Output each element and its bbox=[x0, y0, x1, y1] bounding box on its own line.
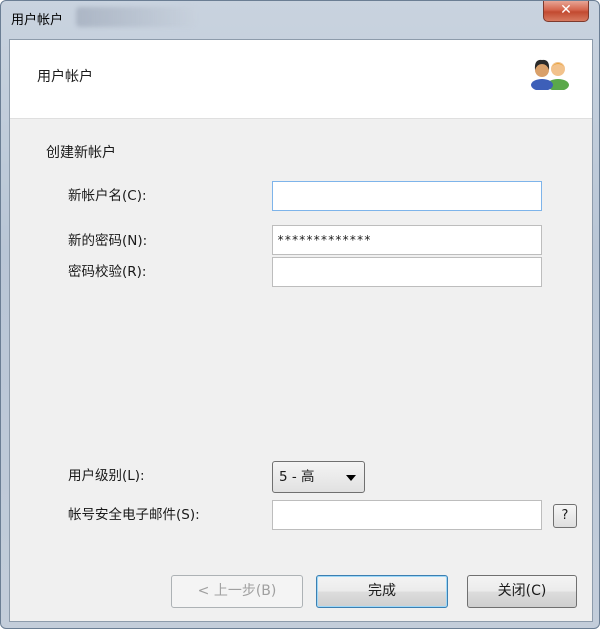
dialog-header: 用户帐户 bbox=[10, 40, 592, 119]
window-title: 用户帐户 bbox=[11, 13, 64, 28]
close-button[interactable]: 关闭(C) bbox=[467, 575, 577, 608]
account-name-label: 新帐户名(C): bbox=[68, 188, 147, 204]
new-password-label: 新的密码(N): bbox=[68, 233, 148, 249]
dialog-window: 用户帐户 ✕ 用户帐户 创建新帐户 新帐户名(C): 新的密码(N): ****… bbox=[0, 0, 600, 629]
close-window-button[interactable]: ✕ bbox=[543, 1, 589, 22]
section-title: 创建新帐户 bbox=[46, 145, 116, 161]
user-level-dropdown[interactable]: 5 - 高 bbox=[272, 461, 365, 493]
user-level-value: 5 - 高 bbox=[279, 469, 315, 485]
blurred-title-region bbox=[76, 7, 196, 27]
chevron-down-icon bbox=[346, 475, 356, 481]
header-title: 用户帐户 bbox=[37, 69, 93, 85]
user-level-label: 用户级别(L): bbox=[68, 468, 145, 484]
confirm-password-input[interactable] bbox=[272, 257, 542, 287]
security-email-label: 帐号安全电子邮件(S): bbox=[68, 507, 200, 523]
dialog-content: 用户帐户 创建新帐户 新帐户名(C): 新的密码(N): ***********… bbox=[9, 39, 593, 622]
new-password-input[interactable]: ************* bbox=[272, 225, 542, 255]
title-bar[interactable]: 用户帐户 ✕ bbox=[1, 1, 599, 39]
finish-button[interactable]: 完成 bbox=[316, 575, 448, 608]
account-name-input[interactable] bbox=[272, 181, 542, 211]
users-icon bbox=[531, 59, 569, 90]
security-email-input[interactable] bbox=[272, 500, 542, 530]
help-button[interactable]: ? bbox=[553, 504, 577, 528]
back-button[interactable]: < 上一步(B) bbox=[171, 575, 303, 608]
confirm-password-label: 密码校验(R): bbox=[68, 264, 147, 280]
